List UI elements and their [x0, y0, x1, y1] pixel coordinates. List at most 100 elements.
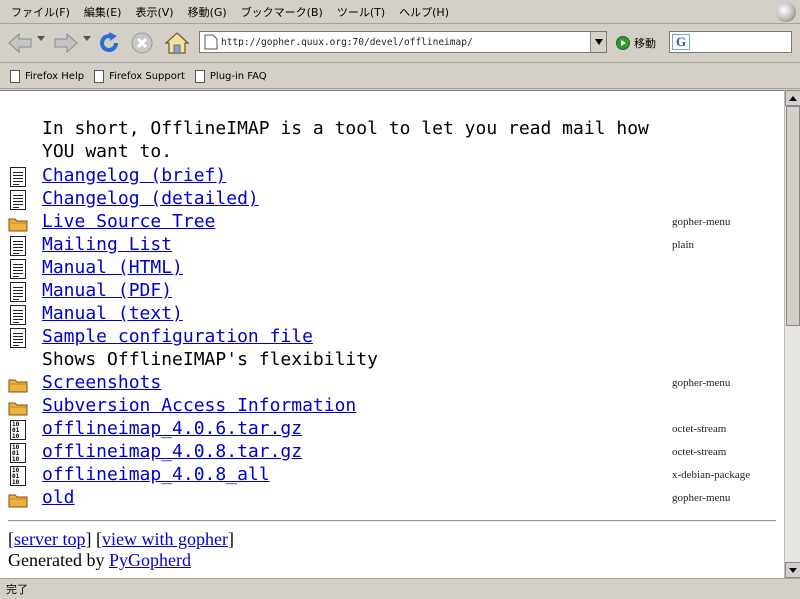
menu-go[interactable]: 移動(G) — [181, 2, 234, 22]
folder-icon — [8, 216, 28, 232]
url-bar[interactable]: http://gopher.quux.org:70/devel/offlinei… — [199, 31, 607, 53]
item-link[interactable]: Sample configuration file — [42, 326, 313, 347]
menu-file[interactable]: ファイル(F) — [4, 2, 77, 22]
gopher-item[interactable]: 10 01 10 01 offlineimap_4.0.8_all x-debian… — [0, 463, 784, 486]
back-dropdown-icon[interactable] — [37, 36, 45, 41]
item-link[interactable]: Subversion Access Information — [42, 395, 356, 416]
scroll-up-button[interactable] — [785, 90, 800, 106]
gopher-item[interactable]: Sample configuration file — [0, 325, 784, 348]
scroll-down-button[interactable] — [785, 562, 800, 578]
forward-dropdown-icon[interactable] — [83, 36, 91, 41]
intro-text-continued: YOU want to. — [42, 141, 173, 162]
server-top-link[interactable]: server top — [14, 529, 85, 549]
item-link[interactable]: Changelog (brief) — [42, 165, 226, 186]
menu-help[interactable]: ヘルプ(H) — [392, 2, 456, 22]
status-text: 完了 — [6, 583, 28, 596]
item-link[interactable]: Live Source Tree — [42, 211, 215, 232]
url-text: http://gopher.quux.org:70/devel/offlinei… — [221, 36, 473, 48]
document-icon — [10, 305, 26, 325]
home-icon — [164, 32, 190, 54]
vertical-scrollbar[interactable] — [784, 90, 800, 578]
menu-bar: ファイル(F) 編集(E) 表示(V) 移動(G) ブックマーク(B) ツール(… — [0, 0, 800, 24]
bookmark-label: Firefox Support — [109, 70, 185, 82]
scroll-thumb[interactable] — [786, 106, 800, 326]
mime-type-label: gopher-menu — [672, 492, 731, 504]
stop-icon — [131, 32, 153, 54]
page-content: In short, OfflineIMAP is a tool to let y… — [0, 90, 784, 578]
item-link[interactable]: old — [42, 487, 75, 508]
gopher-item[interactable]: Changelog (detailed) — [0, 187, 784, 210]
bookmark-label: Plug-in FAQ — [209, 70, 267, 82]
bracket: ] [ — [85, 529, 102, 549]
pygopherd-link[interactable]: PyGopherd — [109, 550, 191, 570]
menu-bookmarks[interactable]: ブックマーク(B) — [234, 2, 330, 22]
gopher-item[interactable]: 10 01 10 01 offlineimap_4.0.6.tar.gz octet… — [0, 417, 784, 440]
navigation-toolbar: http://gopher.quux.org:70/devel/offlinei… — [0, 25, 800, 63]
folder-icon — [8, 492, 28, 508]
bookmarks-toolbar: Firefox Help Firefox Support Plug-in FAQ — [0, 64, 800, 89]
info-text: Shows OfflineIMAP's flexibility — [42, 349, 378, 370]
item-link[interactable]: offlineimap_4.0.6.tar.gz — [42, 418, 302, 439]
gopher-item: Shows OfflineIMAP's flexibility — [0, 348, 784, 371]
item-link[interactable]: Manual (HTML) — [42, 257, 183, 278]
gopher-item[interactable]: Live Source Tree gopher-menu — [0, 210, 784, 233]
gopher-item[interactable]: Manual (HTML) — [0, 256, 784, 279]
mime-type-label: octet-stream — [672, 423, 727, 435]
reload-button[interactable] — [95, 28, 123, 58]
chevron-down-icon — [594, 39, 603, 45]
view-with-gopher-link[interactable]: view with gopher — [102, 529, 228, 549]
mime-type-label: x-debian-package — [672, 469, 751, 481]
gopher-item[interactable]: Subversion Access Information — [0, 394, 784, 417]
gopher-item[interactable]: 10 01 10 01 offlineimap_4.0.8.tar.gz octet… — [0, 440, 784, 463]
document-icon — [10, 236, 26, 256]
chevron-down-icon — [789, 567, 797, 573]
item-link[interactable]: Mailing List — [42, 234, 172, 255]
binary-file-icon: 10 01 10 01 — [10, 466, 26, 486]
item-link[interactable]: offlineimap_4.0.8.tar.gz — [42, 441, 302, 462]
page-icon — [204, 34, 218, 50]
search-box[interactable]: G — [669, 31, 792, 53]
item-link[interactable]: Changelog (detailed) — [42, 188, 259, 209]
bracket: ] — [227, 529, 234, 549]
divider — [8, 520, 776, 522]
gopher-item[interactable]: Changelog (brief) — [0, 164, 784, 187]
document-icon — [10, 190, 26, 210]
binary-file-icon: 10 01 10 01 — [10, 420, 26, 440]
document-icon — [10, 259, 26, 279]
item-link[interactable]: Screenshots — [42, 372, 161, 393]
bookmark-label: Firefox Help — [25, 70, 85, 82]
gopher-item[interactable]: Mailing List plain — [0, 233, 784, 256]
folder-icon — [8, 400, 28, 416]
gopher-item[interactable]: old gopher-menu — [0, 486, 784, 509]
folder-icon — [8, 377, 28, 393]
item-link[interactable]: Manual (PDF) — [42, 280, 172, 301]
footer-links: [server top] [view with gopher] — [8, 529, 234, 550]
bookmark-firefox-support[interactable]: Firefox Support — [94, 69, 185, 83]
forward-button[interactable] — [50, 28, 82, 58]
item-link[interactable]: Manual (text) — [42, 303, 183, 324]
generated-by-text: Generated by — [8, 550, 109, 570]
gopher-item[interactable]: Manual (text) — [0, 302, 784, 325]
go-icon — [616, 36, 630, 50]
stop-button[interactable] — [128, 28, 156, 58]
item-link[interactable]: offlineimap_4.0.8_all — [42, 464, 270, 485]
bookmark-firefox-help[interactable]: Firefox Help — [10, 69, 85, 83]
menu-view[interactable]: 表示(V) — [128, 2, 180, 22]
bookmark-plugin-faq[interactable]: Plug-in FAQ — [194, 69, 267, 83]
bookmark-page-icon — [10, 69, 20, 83]
go-button[interactable]: 移動 — [616, 35, 656, 51]
intro-text: In short, OfflineIMAP is a tool to let y… — [42, 118, 649, 139]
mime-type-label: octet-stream — [672, 446, 727, 458]
binary-file-icon: 10 01 10 01 — [10, 443, 26, 463]
bookmark-page-icon — [94, 69, 105, 83]
back-button[interactable] — [4, 28, 36, 58]
search-engine-icon[interactable]: G — [672, 34, 690, 50]
gopher-item[interactable]: Screenshots gopher-menu — [0, 371, 784, 394]
url-dropdown-button[interactable] — [590, 32, 606, 52]
reload-icon — [100, 32, 119, 53]
home-button[interactable] — [162, 28, 192, 58]
menu-edit[interactable]: 編集(E) — [77, 2, 129, 22]
generated-by-line: Generated by PyGopherd — [8, 550, 191, 571]
menu-tools[interactable]: ツール(T) — [330, 2, 392, 22]
gopher-item[interactable]: Manual (PDF) — [0, 279, 784, 302]
